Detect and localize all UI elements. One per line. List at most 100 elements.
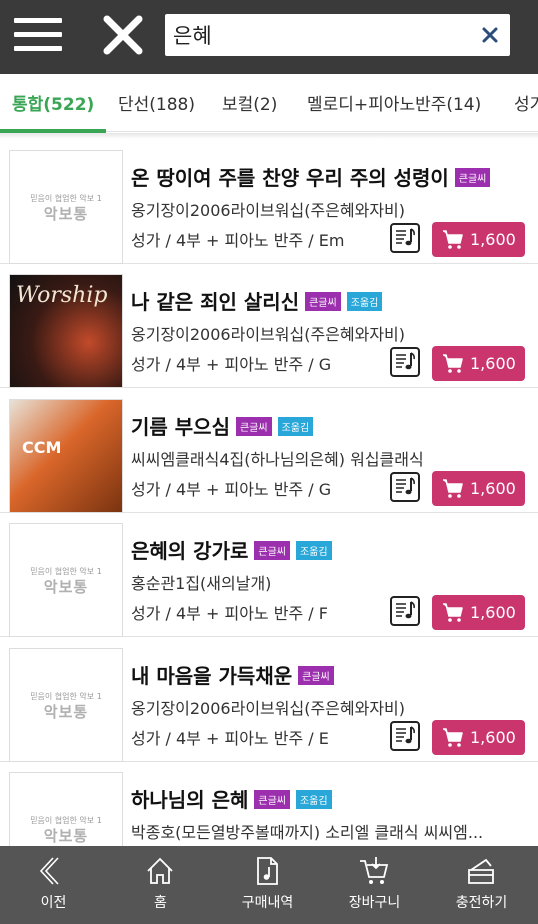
song-title[interactable]: 은혜의 강가로 큰글씨 조옮김 [131,535,332,564]
transpose-badge: 조옮김 [295,790,332,809]
album-thumbnail[interactable]: 믿음이 협업한 악보 1 악보통 [9,150,123,264]
category-tabs: 통합(522) 단선(188) 보컬(2) 멜로디+피아노반주(14) 성가 [0,74,538,132]
bottom-nav: 이전 홈 구매내역 장바구니 충전하기 [0,846,538,924]
wallet-icon [468,858,494,884]
price: 1,600 [470,479,516,498]
sheet-music-icon[interactable] [390,223,420,253]
nav-cart-label: 장바구니 [348,895,401,911]
document-music-icon [257,857,278,885]
song-title-text: 온 땅이여 주를 찬양 우리 주의 성령이 [131,166,449,190]
nav-back[interactable]: 이전 [0,846,107,924]
score-meta: 성가 / 4부 + 피아노 반주 / F [131,604,328,623]
result-list: 믿음이 협업한 악보 1 악보통 온 땅이여 주를 찬양 우리 주의 성령이 큰글씨 옹… [0,140,538,846]
transpose-badge: 조옮김 [346,292,383,311]
sheet-music-icon[interactable] [390,347,420,377]
song-title-text: 하나님의 은혜 [131,788,249,812]
clear-search-icon[interactable] [480,25,500,45]
song-title-text: 기름 부으심 [131,415,230,439]
cart-icon [443,603,463,622]
list-item[interactable]: Worship 나 같은 죄인 살리신 큰글씨 조옮김옹기장이2006라이브워십(주은… [0,264,538,388]
buy-button[interactable]: 1,600 [432,222,525,257]
large-print-badge: 큰글씨 [305,292,341,311]
top-bar [0,0,538,74]
price: 1,600 [470,354,516,373]
nav-home[interactable]: 홈 [107,846,214,924]
song-title-text: 나 같은 죄인 살리신 [131,290,300,314]
nav-back-label: 이전 [40,895,67,911]
buy-button[interactable]: 1,600 [432,346,525,381]
large-print-badge: 큰글씨 [254,541,290,560]
list-item[interactable]: 믿음이 협업한 악보 1 악보통 하나님의 은혜 큰글씨 조옮김박종호(모든열방주볼때까… [0,762,538,846]
song-title-text: 내 마음을 가득채운 [131,664,293,688]
buy-button[interactable]: 1,600 [432,471,525,506]
score-meta: 성가 / 4부 + 피아노 반주 / E [131,729,329,748]
nav-charge-label: 충전하기 [455,895,508,911]
chevron-left-icon [39,857,59,885]
album-name: 옹기장이2006라이브워십(주은혜와자비) [131,699,406,718]
score-meta: 성가 / 4부 + 피아노 반주 / Em [131,231,345,250]
list-item[interactable]: 믿음이 협업한 악보 1 악보통 온 땅이여 주를 찬양 우리 주의 성령이 큰글씨옹… [0,140,538,264]
large-print-badge: 큰글씨 [454,168,491,187]
close-icon[interactable] [102,14,144,56]
logo-text: 악보통 [43,578,89,596]
tab-vocal[interactable]: 보컬(2) [222,90,277,115]
cart-icon [443,354,463,373]
song-title[interactable]: 나 같은 죄인 살리신 큰글씨 조옮김 [131,286,383,315]
nav-purchases-label: 구매내역 [241,895,294,911]
nav-charge[interactable]: 충전하기 [428,846,535,924]
nav-cart[interactable]: 장바구니 [321,846,428,924]
list-item[interactable]: CCM 기름 부으심 큰글씨 조옮김씨씨엠클래식4집(하나님의은혜) 워십클래식성가 … [0,389,538,513]
album-thumbnail[interactable]: CCM [9,399,123,513]
album-thumbnail[interactable]: 믿음이 협업한 악보 1 악보통 [9,523,123,637]
logo-text: 악보통 [43,827,89,845]
cart-icon [360,857,389,884]
album-thumbnail[interactable]: 믿음이 협업한 악보 1 악보통 [9,648,123,762]
album-name: 씨씨엠클래식4집(하나님의은혜) 워십클래식 [131,450,424,469]
tab-choir[interactable]: 성가 [514,90,538,115]
sheet-music-icon[interactable] [390,721,420,751]
score-meta: 성가 / 4부 + 피아노 반주 / G [131,355,332,374]
search-input[interactable] [173,14,473,56]
large-print-badge: 큰글씨 [254,790,290,809]
buy-button[interactable]: 1,600 [432,720,525,755]
price: 1,600 [470,230,516,249]
price: 1,600 [470,728,516,747]
score-meta: 성가 / 4부 + 피아노 반주 / G [131,480,332,499]
song-title[interactable]: 내 마음을 가득채운 큰글씨 [131,660,334,689]
album-name: 박종호(모든열방주볼때까지) 소리엘 클래식 씨씨엠... [131,823,484,842]
tab-melody-piano[interactable]: 멜로디+피아노반주(14) [307,90,481,115]
sheet-music-icon[interactable] [390,472,420,502]
large-print-badge: 큰글씨 [235,417,272,436]
logo-text: 악보통 [43,703,89,721]
album-name: 홍순관1집(새의날개) [131,574,272,593]
logo-text: 악보통 [43,205,89,223]
album-name: 옹기장이2006라이브워십(주은혜와자비) [131,325,406,344]
nav-purchases[interactable]: 구매내역 [214,846,321,924]
song-title[interactable]: 하나님의 은혜 큰글씨 조옮김 [131,784,332,813]
home-icon [147,857,173,884]
list-item[interactable]: 믿음이 협업한 악보 1 악보통 내 마음을 가득채운 큰글씨옹기장이2006라이브워… [0,638,538,762]
song-title[interactable]: 기름 부으심 큰글씨 조옮김 [131,411,314,440]
album-cover-text: CCM [22,438,62,457]
cart-icon [443,230,463,249]
large-print-badge: 큰글씨 [298,666,334,685]
tab-single[interactable]: 단선(188) [118,90,195,115]
transpose-badge: 조옮김 [277,417,314,436]
album-thumbnail[interactable]: 믿음이 협업한 악보 1 악보통 [9,772,123,846]
cart-icon [443,479,463,498]
menu-icon[interactable] [14,18,62,52]
album-thumbnail[interactable]: Worship [9,274,123,388]
tab-all[interactable]: 통합(522) [12,90,94,115]
search-box [165,14,510,56]
album-cover-text: Worship [16,283,108,308]
transpose-badge: 조옮김 [295,541,332,560]
cart-icon [443,728,463,747]
song-title[interactable]: 온 땅이여 주를 찬양 우리 주의 성령이 큰글씨 [131,162,491,191]
album-name: 옹기장이2006라이브워십(주은혜와자비) [131,201,406,220]
song-title-text: 은혜의 강가로 [131,539,249,563]
nav-home-label: 홈 [154,895,167,911]
list-item[interactable]: 믿음이 협업한 악보 1 악보통 은혜의 강가로 큰글씨 조옮김홍순관1집(새의날개) 성… [0,513,538,637]
price: 1,600 [470,603,516,622]
buy-button[interactable]: 1,600 [432,595,525,630]
sheet-music-icon[interactable] [390,596,420,626]
